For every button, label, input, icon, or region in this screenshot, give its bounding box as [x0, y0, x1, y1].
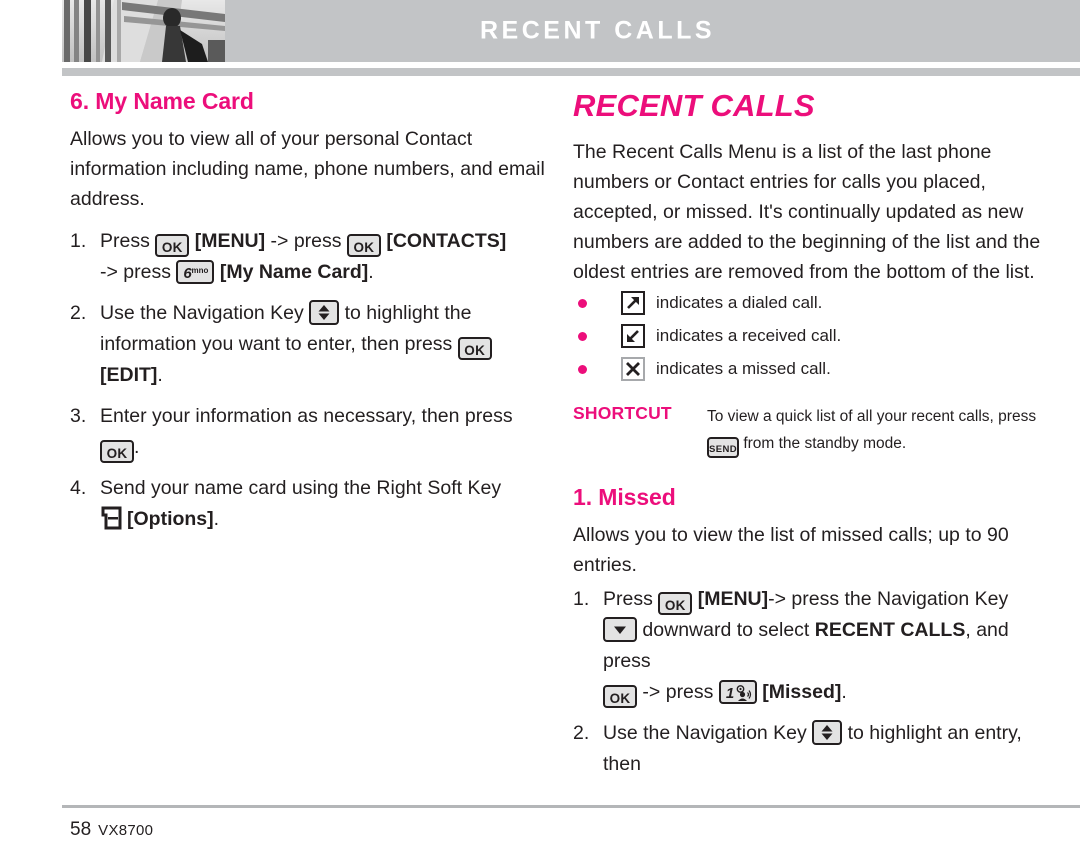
step-text: .: [157, 364, 163, 386]
step-text: Send your name card using the Right Soft…: [100, 477, 502, 499]
step-text: Press: [100, 230, 150, 252]
voicemail-glyph-icon: [734, 685, 752, 707]
step-number: 1.: [70, 230, 87, 252]
step-item: 2. Use the Navigation Key to highlight an…: [573, 718, 1043, 780]
ok-key-icon: OK: [457, 337, 492, 360]
right-column: RECENT CALLS The Recent Calls Menu is a …: [573, 88, 1043, 790]
bullet-dot: [578, 365, 587, 374]
shortcut-text-after: from the standby mode.: [743, 435, 907, 452]
step-text: .: [368, 261, 374, 283]
step-bold-menu: [MENU]: [194, 230, 266, 252]
nav-down-key-icon: [603, 617, 637, 642]
ok-key-icon: OK: [603, 685, 637, 708]
device-model: VX8700: [98, 822, 154, 839]
list-item: indicates a received call.: [573, 324, 1043, 348]
right-intro-text: The Recent Calls Menu is a list of the l…: [573, 141, 1041, 283]
step-bold-options: [Options]: [127, 508, 214, 530]
right-main-heading: RECENT CALLS: [573, 88, 815, 123]
right-subsection-intro: Allows you to view the list of missed ca…: [573, 524, 1009, 576]
six-key-icon: 6 mno: [176, 260, 215, 284]
step-bold-missed: [Missed]: [762, 681, 842, 703]
step-item: 1. Press OK [MENU]-> press the Navigation…: [573, 584, 1043, 708]
shortcut-text-before: To view a quick list of all your recent …: [707, 408, 1037, 425]
legend-label: indicates a missed call.: [656, 359, 831, 378]
step-item: 2. Use the Navigation Key to highlight th…: [70, 298, 550, 391]
nav-updown-key-icon: [812, 720, 843, 745]
step-item: 1. Press OK [MENU] -> press OK [CONTACTS]…: [70, 226, 550, 288]
one-key-icon: 1: [718, 680, 757, 707]
six-key-digit: 6: [183, 265, 192, 282]
dialed-call-icon: [621, 291, 645, 315]
send-key-icon: SEND: [707, 437, 739, 458]
step-text: Enter your information as necessary, the…: [100, 405, 513, 427]
legend-label: indicates a dialed call.: [656, 293, 823, 312]
list-item: indicates a dialed call.: [573, 291, 1043, 315]
step-bold-recentcalls: RECENT CALLS: [814, 619, 966, 641]
step-text: Press: [603, 588, 653, 610]
left-column: 6. My Name Card Allows you to view all o…: [70, 88, 550, 545]
page-footer: 58 VX8700: [70, 819, 153, 841]
missed-call-icon: [621, 357, 645, 381]
step-text: -> press the Navigation Key: [768, 588, 1009, 610]
ok-key-icon: OK: [658, 592, 693, 615]
step-text: -> press: [642, 681, 714, 703]
step-bold-edit: [EDIT]: [100, 364, 158, 386]
right-steps-list: 1. Press OK [MENU]-> press the Navigation…: [573, 584, 1043, 780]
footer-divider: [62, 805, 1080, 808]
step-text: -> press: [270, 230, 342, 252]
header-divider: [62, 68, 1080, 76]
header-photo: [62, 0, 225, 62]
left-intro-text: Allows you to view all of your personal …: [70, 128, 545, 210]
step-bold-myname: [My Name Card]: [219, 261, 369, 283]
ok-key-icon: OK: [155, 234, 190, 257]
step-number: 2.: [573, 722, 590, 744]
step-number: 1.: [573, 588, 590, 610]
shortcut-label: SHORTCUT: [573, 403, 672, 423]
step-text: .: [841, 681, 847, 703]
list-item: indicates a missed call.: [573, 357, 1043, 381]
shortcut-text: To view a quick list of all your recent …: [707, 403, 1043, 458]
shortcut-callout: SHORTCUT To view a quick list of all you…: [573, 403, 1043, 458]
step-bold-menu: [MENU]: [697, 588, 769, 610]
step-text: .: [134, 436, 140, 458]
step-number: 3.: [70, 405, 87, 427]
page-number: 58: [70, 819, 92, 840]
step-number: 4.: [70, 477, 87, 499]
bullet-dot: [578, 332, 587, 341]
page-header: RECENT CALLS: [62, 0, 1080, 62]
page-title: RECENT CALLS: [480, 16, 716, 45]
step-item: 3. Enter your information as necessary, t…: [70, 401, 550, 463]
step-number: 2.: [70, 302, 87, 324]
step-bold-contacts: [CONTACTS]: [386, 230, 507, 252]
step-text: downward to select: [642, 619, 810, 641]
step-text: -> press: [100, 261, 171, 283]
call-type-legend: indicates a dialed call. indicates a rec…: [573, 291, 1043, 381]
ok-key-icon: OK: [346, 234, 381, 257]
bullet-dot: [578, 299, 587, 308]
step-text: Use the Navigation Key: [100, 302, 304, 324]
received-call-icon: [621, 324, 645, 348]
six-key-letters: mno: [191, 266, 209, 275]
left-section-heading: 6. My Name Card: [70, 88, 254, 114]
nav-updown-key-icon: [309, 300, 340, 325]
right-soft-key-icon: [100, 506, 123, 530]
step-text: .: [213, 508, 220, 530]
header-bar: RECENT CALLS: [225, 0, 1080, 62]
right-subsection-heading: 1. Missed: [573, 484, 676, 510]
ok-key-icon: OK: [100, 440, 134, 463]
step-item: 4. Send your name card using the Right So…: [70, 473, 550, 535]
left-steps-list: 1. Press OK [MENU] -> press OK [CONTACTS]…: [70, 226, 550, 535]
step-text: Use the Navigation Key: [603, 722, 807, 744]
legend-label: indicates a received call.: [656, 326, 842, 345]
